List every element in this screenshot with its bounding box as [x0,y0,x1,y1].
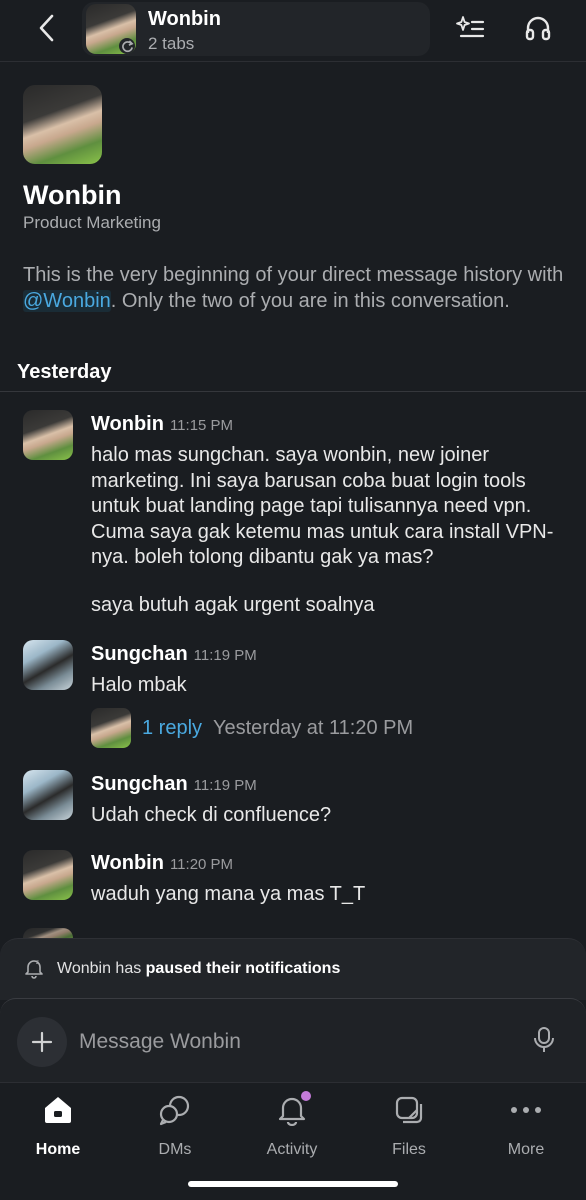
microphone-icon [534,1027,554,1052]
tab-label: Home [35,1141,81,1158]
bell-snooze-icon: z [25,960,43,979]
message-author[interactable]: Sungchan 11:19 PM [91,643,257,666]
intro-text: This is the very beginning of your direc… [23,264,564,286]
tab-dms[interactable]: DMs [120,1091,230,1161]
message-input[interactable] [79,1025,499,1059]
message-timestamp[interactable]: 11:20 PM [170,856,233,873]
tab-label: Activity [266,1141,318,1158]
message-text: Halo mbak [91,674,187,696]
date-divider [0,391,586,392]
message-timestamp[interactable]: 11:19 PM [194,777,257,794]
intro-text-end: . Only the two of you are in this conver… [110,290,510,312]
tab-label: More [507,1141,545,1158]
files-icon [390,1091,428,1129]
tab-more[interactable]: More [471,1091,581,1161]
sparkle-list-icon [456,16,485,38]
date-divider-label[interactable]: Yesterday [17,361,112,384]
avatar [91,708,131,748]
ai-summary-button[interactable] [452,10,488,46]
conversation-title-button[interactable]: Wonbin 2 tabs [82,2,430,56]
add-attachment-button[interactable] [17,1017,67,1067]
profile-name[interactable]: Wonbin [23,180,121,211]
avatar[interactable] [23,410,73,460]
back-icon [39,14,54,42]
message-timestamp[interactable]: 11:15 PM [170,417,233,434]
tab-label: Files [392,1141,426,1158]
user-mention-link[interactable]: @Wonbin [23,290,111,312]
tabs-count: 2 tabs [148,34,195,53]
message-author[interactable]: Wonbin 11:20 PM [91,852,233,875]
huddle-button[interactable] [520,10,556,46]
message-text: Udah check di confluence? [91,804,332,826]
message-text: saya butuh agak urgent soalnya [91,594,375,616]
message-text: waduh yang mana ya mas T_T [91,883,366,905]
message-author[interactable]: Sungchan 11:19 PM [91,773,257,796]
avatar[interactable] [23,770,73,820]
paused-notifications-text: Wonbin has paused their notifications [57,960,341,977]
plus-icon [31,1031,53,1053]
back-button[interactable] [28,10,64,46]
profile-role: Product Marketing [23,213,161,232]
more-icon [507,1091,545,1129]
message-composer [0,998,586,1082]
conversation-title: Wonbin [148,8,221,30]
home-indicator [188,1181,398,1187]
tab-activity[interactable]: Activity [237,1091,347,1161]
message-timestamp[interactable]: 11:19 PM [194,647,257,664]
avatar[interactable] [23,850,73,900]
profile-avatar[interactable] [23,85,102,164]
voice-message-button[interactable] [530,1025,558,1055]
channel-header: Wonbin 2 tabs [0,0,586,62]
message-text: halo mas sungchan. saya wonbin, new join… [91,444,554,568]
dms-icon [156,1091,194,1129]
message-author[interactable]: Wonbin 11:15 PM [91,413,233,436]
tab-home[interactable]: Home [3,1091,113,1161]
thread-replies-link[interactable]: 1 reply Yesterday at 11:20 PM [91,708,511,748]
reply-count[interactable]: 1 reply [142,717,202,740]
headphones-icon [525,16,551,41]
activity-badge [301,1091,311,1101]
avatar[interactable] [23,640,73,690]
tab-label: DMs [158,1141,192,1158]
paused-notifications-banner: z Wonbin has paused their notifications [0,938,586,1000]
refresh-icon [119,38,135,54]
conversation-intro: This is the very beginning of your direc… [23,262,568,314]
reply-timestamp: Yesterday at 11:20 PM [213,717,414,739]
tab-files[interactable]: Files [354,1091,464,1161]
svg-text:z: z [36,960,39,966]
home-icon [39,1091,77,1129]
